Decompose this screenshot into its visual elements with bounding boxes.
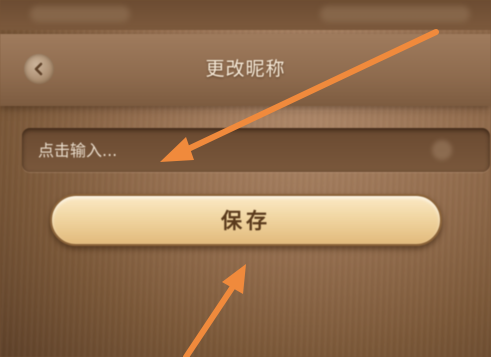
status-bar-right-info bbox=[320, 6, 470, 22]
nickname-input[interactable] bbox=[22, 128, 490, 172]
title-bar: 更改昵称 bbox=[0, 34, 491, 106]
page-title: 更改昵称 bbox=[205, 58, 286, 80]
status-bar bbox=[0, 0, 491, 30]
status-bar-left-info bbox=[30, 6, 130, 22]
save-button[interactable]: 保存 bbox=[50, 194, 442, 246]
app-screen: 更改昵称 保存 bbox=[0, 0, 491, 357]
clear-icon[interactable] bbox=[432, 140, 452, 160]
